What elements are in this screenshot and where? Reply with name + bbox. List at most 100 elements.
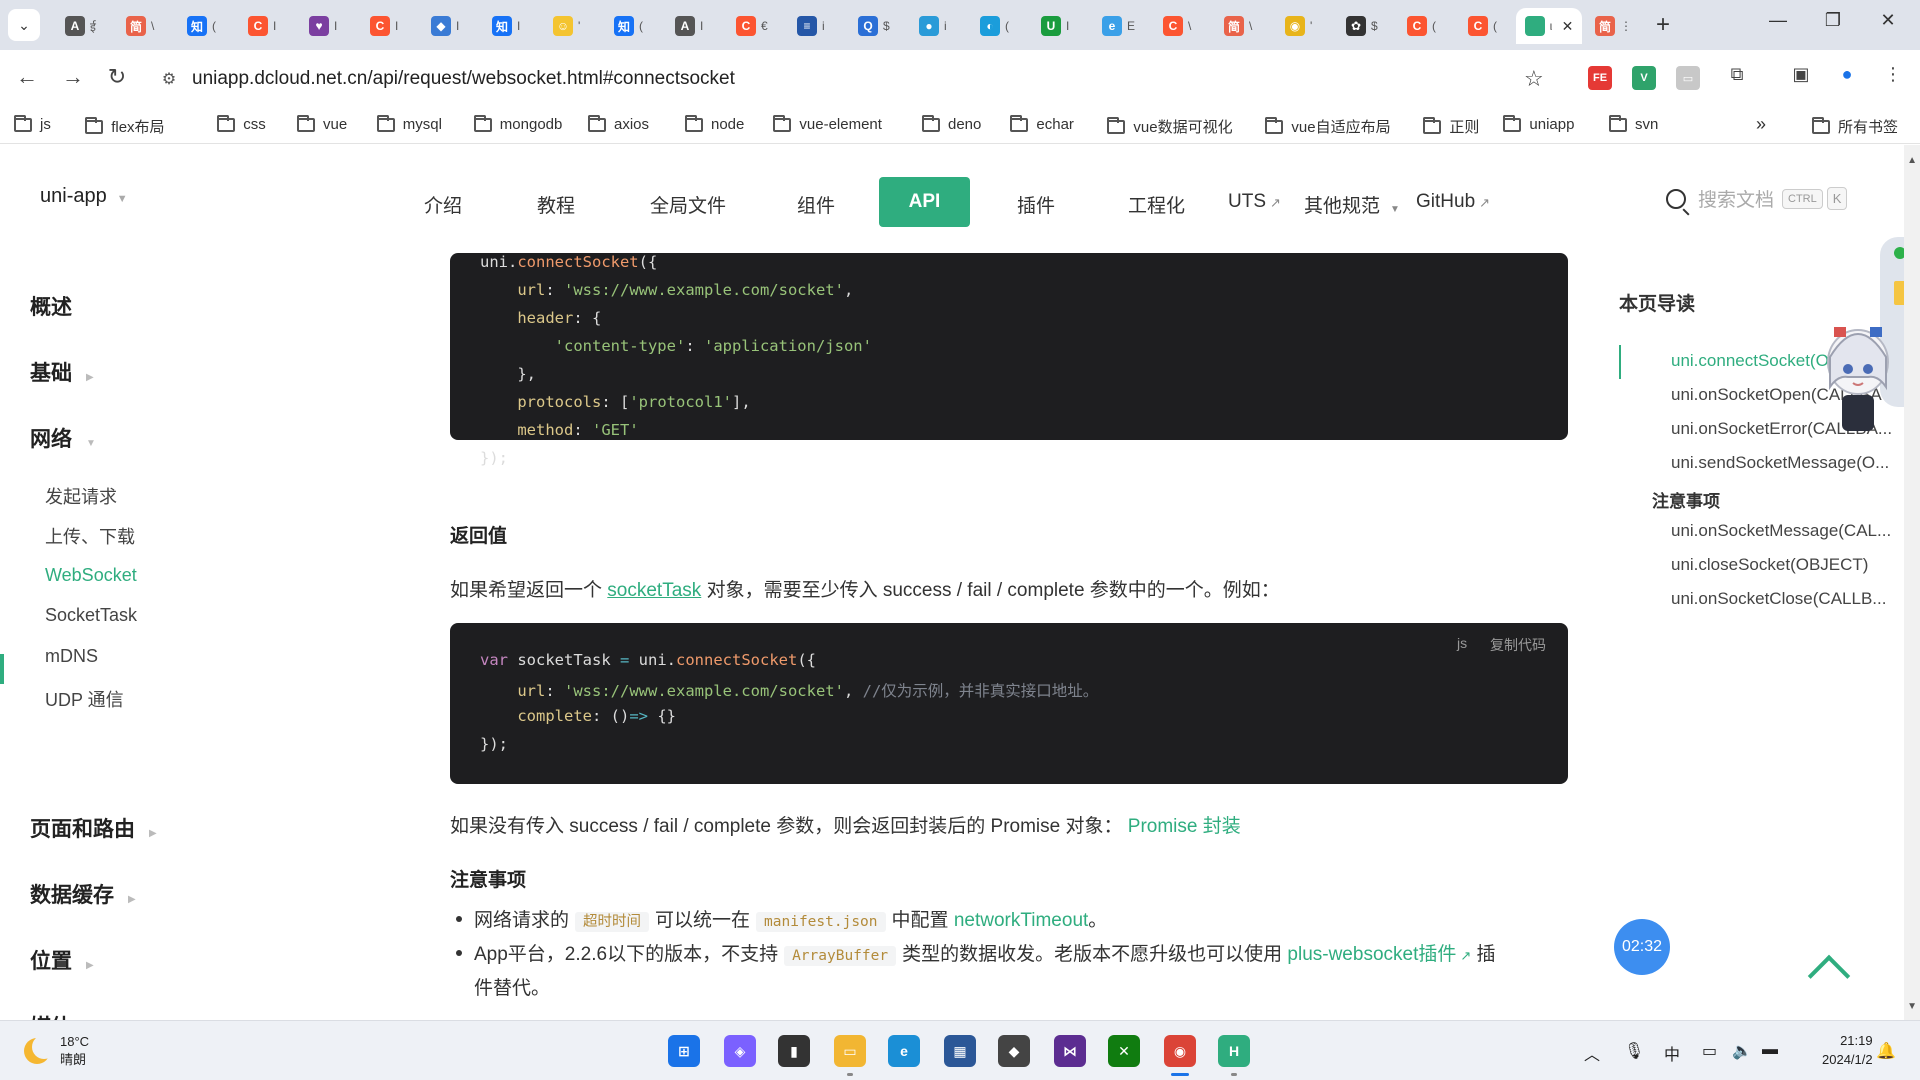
browser-tab[interactable]: C \ — [1150, 8, 1211, 44]
browser-tab[interactable]: ◉ ' — [1272, 8, 1333, 44]
maximize-button[interactable]: ❐ — [1813, 10, 1853, 31]
url-text[interactable]: uniapp.dcloud.net.cn/api/request/websock… — [192, 68, 735, 90]
bookmark-folder[interactable]: vue — [297, 114, 347, 133]
close-tab-icon[interactable]: ✕ — [1562, 18, 1574, 35]
browser-tab[interactable]: CI — [235, 8, 296, 44]
toc-item[interactable]: uni.closeSocket(OBJECT) — [1671, 555, 1891, 575]
browser-menu-icon[interactable]: ⋮ — [1878, 64, 1908, 85]
back-button[interactable]: ← — [12, 64, 42, 90]
nav-item-工程化[interactable]: 工程化 — [1128, 191, 1185, 218]
new-tab-button[interactable]: + — [1649, 12, 1677, 40]
toc-notes-heading[interactable]: 注意事项 — [1652, 487, 1720, 512]
bookmark-folder[interactable]: vue-element — [773, 114, 882, 133]
browser-tab[interactable]: ☺ ' — [540, 8, 601, 44]
browser-tab[interactable]: eE — [1089, 8, 1150, 44]
chrome-taskbar-icon[interactable]: ◉ — [1164, 1035, 1196, 1067]
bookmark-folder[interactable]: axios — [588, 114, 649, 133]
tray-chevron-up-icon[interactable]: ︿ — [1584, 1041, 1600, 1065]
browser-tab[interactable]: 简 \ — [113, 8, 174, 44]
scroll-up-icon[interactable]: ▲ — [1907, 155, 1917, 166]
nav-item-全局文件[interactable]: 全局文件 — [650, 191, 726, 218]
bookmark-folder[interactable]: uniapp — [1503, 114, 1574, 133]
browser-tab[interactable]: Aई — [52, 8, 113, 44]
bookmark-folder[interactable]: node — [685, 114, 744, 133]
all-bookmarks-button[interactable]: 所有书签 — [1812, 116, 1898, 137]
sidebar-group[interactable]: 概述 — [30, 291, 72, 321]
vue-devtools-icon[interactable]: V — [1632, 66, 1656, 90]
nav-item-api[interactable]: API — [879, 177, 970, 227]
browser-tab[interactable]: ◐( — [967, 8, 1028, 44]
nav-item-其他规范[interactable]: 其他规范 ▼ — [1304, 191, 1400, 218]
sidebar-item[interactable]: WebSocket — [45, 565, 137, 586]
browser-tab[interactable]: CI — [357, 8, 418, 44]
browser-tab[interactable]: 知( — [601, 8, 662, 44]
bookmark-folder[interactable]: deno — [922, 114, 981, 133]
nav-item-介绍[interactable]: 介绍 — [424, 191, 462, 218]
minimize-button[interactable]: — — [1758, 10, 1798, 31]
browser-tab[interactable]: ✿ $ — [1333, 8, 1394, 44]
speaker-icon[interactable]: 🔈 — [1732, 1041, 1752, 1061]
file-explorer-icon[interactable]: ▭ — [834, 1035, 866, 1067]
nav-item-教程[interactable]: 教程 — [537, 191, 575, 218]
bookmark-folder[interactable]: echar — [1010, 114, 1074, 133]
browser-tab[interactable]: C( — [1394, 8, 1455, 44]
browser-tab[interactable]: ◆ I — [418, 8, 479, 44]
unity-icon[interactable]: ◆ — [998, 1035, 1030, 1067]
site-info-icon[interactable]: ⚙ — [156, 69, 182, 89]
url-bar[interactable]: ⚙ uniapp.dcloud.net.cn/api/request/webso… — [156, 58, 1546, 100]
reload-button[interactable]: ↻ — [102, 64, 132, 90]
tab-search-button[interactable]: ⌄ — [8, 9, 40, 41]
more-bookmarks-button[interactable]: » — [1756, 114, 1766, 135]
nav-item-uts[interactable]: UTS ↗ — [1228, 191, 1281, 213]
sidebar-group[interactable]: 位置 ▶ — [30, 945, 94, 975]
sidebar-group[interactable]: 媒体▶ — [30, 1011, 94, 1020]
browser-tab[interactable]: 简 \ — [1211, 8, 1272, 44]
nav-item-github[interactable]: GitHub ↗ — [1416, 191, 1490, 213]
microphone-icon[interactable]: 🎙 — [1624, 1041, 1644, 1061]
network-timeout-link[interactable]: networkTimeout — [954, 910, 1088, 931]
sidebar-item[interactable]: UDP 通信 — [45, 686, 124, 712]
browser-tab[interactable]: ≡ i — [784, 8, 845, 44]
bookmark-folder[interactable]: mongodb — [473, 114, 562, 133]
page-scrollbar[interactable]: ▲ ▼ — [1904, 145, 1920, 1020]
system-clock[interactable]: 21:19 2024/1/2 — [1822, 1031, 1873, 1069]
sidebar-item[interactable]: mDNS — [45, 646, 98, 667]
toc-item[interactable]: uni.sendSocketMessage(O... — [1671, 453, 1891, 473]
search-box[interactable]: 搜索文档 CTRL K — [1666, 185, 1848, 212]
network-icon[interactable]: ▭ — [1702, 1041, 1717, 1061]
browser-tab[interactable]: ♥ I — [296, 8, 357, 44]
input-language[interactable]: 中 — [1664, 1041, 1680, 1065]
site-logo[interactable]: uni-app ▼ — [40, 185, 128, 208]
browser-tab[interactable]: Q $ — [845, 8, 906, 44]
bookmark-folder[interactable]: vue自适应布局 — [1265, 116, 1391, 137]
nav-item-插件[interactable]: 插件 — [1017, 191, 1055, 218]
browser-tab[interactable]: AI — [662, 8, 723, 44]
browser-tab[interactable]: ● i — [906, 8, 967, 44]
promise-link[interactable]: Promise 封装 — [1128, 816, 1241, 837]
extension-gray-icon[interactable]: ▭ — [1676, 66, 1700, 90]
bookmark-star-icon[interactable]: ☆ — [1524, 66, 1544, 92]
sidebar-group[interactable]: 基础 ▶ — [30, 357, 94, 387]
bookmark-folder[interactable]: flex布局 — [85, 116, 165, 137]
terminal-icon[interactable]: ▮ — [778, 1035, 810, 1067]
close-window-button[interactable]: ✕ — [1868, 10, 1908, 31]
visual-studio-icon[interactable]: ⋈ — [1054, 1035, 1086, 1067]
sidebar-group[interactable]: 页面和路由 ▶ — [30, 813, 157, 843]
nav-item-组件[interactable]: 组件 — [797, 191, 835, 218]
bookmark-folder[interactable]: vue数据可视化 — [1107, 116, 1233, 137]
back-to-top-button[interactable] — [1808, 951, 1848, 991]
browser-tab[interactable]: 简 ⋮ — [1582, 8, 1643, 44]
browser-tab[interactable]: 知( — [174, 8, 235, 44]
browser-tab[interactable]: C( — [1455, 8, 1516, 44]
profile-avatar-icon[interactable]: ● — [1832, 64, 1862, 85]
xbox-icon[interactable]: ✕ — [1108, 1035, 1140, 1067]
forward-button[interactable]: → — [58, 64, 88, 90]
copy-code-button[interactable]: 复制代码 — [1490, 635, 1546, 655]
store-icon[interactable]: ▦ — [944, 1035, 976, 1067]
fe-extension-icon[interactable]: FE — [1588, 66, 1612, 90]
sidebar-group[interactable]: 数据缓存 ▶ — [30, 879, 136, 909]
hbuilder-icon[interactable]: H — [1218, 1035, 1250, 1067]
side-panel-icon[interactable]: ▣ — [1786, 64, 1816, 85]
sidebar-item[interactable]: SocketTask — [45, 605, 137, 626]
sidebar-item[interactable]: 发起请求 — [45, 483, 117, 509]
